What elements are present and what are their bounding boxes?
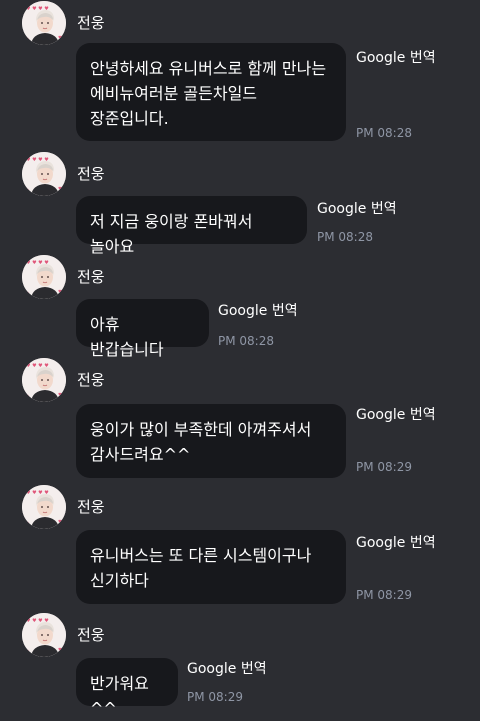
sender-name: 전웅 bbox=[77, 268, 105, 286]
svg-text:♥: ♥ bbox=[58, 289, 62, 295]
sender-name: 전웅 bbox=[77, 626, 105, 644]
sender-name: 전웅 bbox=[77, 498, 105, 516]
message-bubble: 저 지금 웅이랑 폰바꿔서 놀아요 bbox=[76, 196, 307, 256]
profile-photo-icon: ♥ ♥ ♥ ♥ ♥ ♥ bbox=[22, 255, 66, 299]
sender-name: 전웅 bbox=[77, 165, 105, 183]
message-bubble: 웅이가 많이 부족한데 아껴주셔서 감사드려요^^ bbox=[76, 404, 346, 478]
sender-avatar[interactable]: ♥ ♥ ♥ ♥ ♥ ♥ bbox=[22, 485, 66, 529]
google-translate-link[interactable]: Google 번역 bbox=[356, 407, 436, 424]
message-timestamp: PM 08:29 bbox=[356, 588, 412, 602]
sender-avatar[interactable]: ♥ ♥ ♥ ♥ ♥ ♥ bbox=[22, 613, 66, 657]
svg-text:♥: ♥ bbox=[25, 394, 29, 400]
svg-text:♥: ♥ bbox=[25, 291, 29, 297]
svg-text:♥: ♥ bbox=[25, 37, 29, 43]
sender-avatar[interactable]: ♥ ♥ ♥ ♥ ♥ ♥ bbox=[22, 358, 66, 402]
svg-text:♥: ♥ bbox=[25, 521, 29, 527]
message-bubble: 안녕하세요 유니버스로 함께 만나는 에비뉴여러분 골든차일드 장준입니다. bbox=[76, 43, 346, 141]
profile-photo-icon: ♥ ♥ ♥ ♥ ♥ ♥ bbox=[22, 152, 66, 196]
google-translate-link[interactable]: Google 번역 bbox=[356, 535, 436, 552]
sender-avatar[interactable]: ♥ ♥ ♥ ♥ ♥ ♥ bbox=[22, 255, 66, 299]
svg-text:♥: ♥ bbox=[25, 649, 29, 655]
sender-avatar[interactable]: ♥ ♥ ♥ ♥ ♥ ♥ bbox=[22, 1, 66, 45]
svg-text:♥: ♥ bbox=[58, 519, 62, 525]
message-timestamp: PM 08:28 bbox=[317, 230, 373, 244]
message-timestamp: PM 08:29 bbox=[356, 460, 412, 474]
svg-text:♥: ♥ bbox=[58, 392, 62, 398]
sender-avatar[interactable]: ♥ ♥ ♥ ♥ ♥ ♥ bbox=[22, 152, 66, 196]
google-translate-link[interactable]: Google 번역 bbox=[317, 201, 397, 218]
profile-photo-icon: ♥ ♥ ♥ ♥ ♥ ♥ bbox=[22, 613, 66, 657]
message-timestamp: PM 08:28 bbox=[218, 334, 274, 348]
message-timestamp: PM 08:28 bbox=[356, 126, 412, 140]
svg-text:♥: ♥ bbox=[25, 188, 29, 194]
profile-photo-icon: ♥ ♥ ♥ ♥ ♥ ♥ bbox=[22, 485, 66, 529]
svg-text:♥: ♥ bbox=[58, 35, 62, 41]
profile-photo-icon: ♥ ♥ ♥ ♥ ♥ ♥ bbox=[22, 1, 66, 45]
message-timestamp: PM 08:29 bbox=[187, 690, 243, 704]
message-bubble: 반가워요^^ bbox=[76, 658, 178, 718]
message-bubble: 아휴 반갑습니다 bbox=[76, 299, 209, 359]
svg-text:♥: ♥ bbox=[58, 186, 62, 192]
profile-photo-icon: ♥ ♥ ♥ ♥ ♥ ♥ bbox=[22, 358, 66, 402]
google-translate-link[interactable]: Google 번역 bbox=[356, 50, 436, 67]
sender-name: 전웅 bbox=[77, 371, 105, 389]
message-bubble: 유니버스는 또 다른 시스템이구나 신기하다 bbox=[76, 530, 346, 604]
google-translate-link[interactable]: Google 번역 bbox=[218, 303, 298, 320]
google-translate-link[interactable]: Google 번역 bbox=[187, 661, 267, 678]
svg-text:♥: ♥ bbox=[58, 647, 62, 653]
sender-name: 전웅 bbox=[77, 14, 105, 32]
